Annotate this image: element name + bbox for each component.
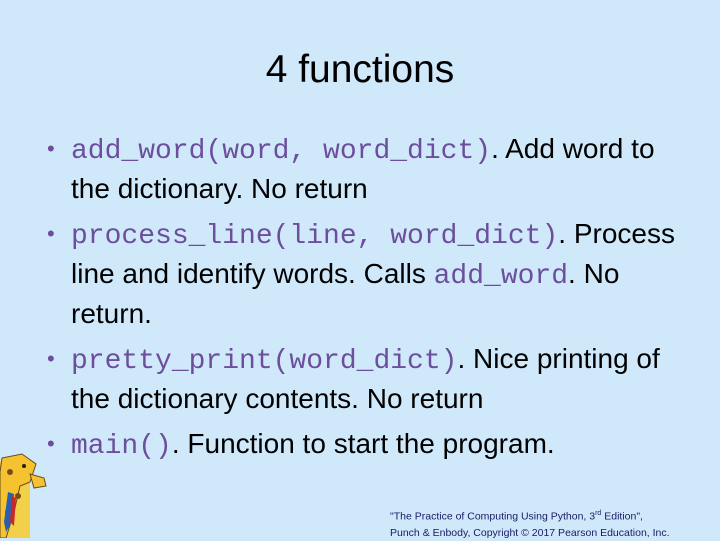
- slide: { "slide": { "title": "4 functions", "bu…: [0, 0, 720, 540]
- bullet-item: • add_word(word, word_dict). Add word to…: [47, 130, 687, 207]
- code-snippet: pretty_print(word_dict): [71, 346, 458, 377]
- code-snippet: add_word(word, word_dict): [71, 136, 492, 167]
- bullet-item: • process_line(line, word_dict). Process…: [47, 215, 687, 332]
- bullet-dot-icon: •: [47, 221, 55, 246]
- slide-title: 4 functions: [265, 48, 455, 91]
- bullet-text: . Function to start the program.: [171, 428, 555, 459]
- code-snippet: process_line(line, word_dict): [71, 221, 559, 252]
- bullet-list: • add_word(word, word_dict). Add word to…: [47, 130, 687, 473]
- footer-text: Edition",: [601, 510, 643, 523]
- bullet-dot-icon: •: [47, 346, 55, 371]
- copyright-footer: "The Practice of Computing Using Python,…: [390, 506, 715, 541]
- code-snippet: add_word: [433, 261, 569, 292]
- giraffe-mascot-icon: [0, 453, 47, 538]
- code-snippet: main(): [71, 431, 172, 462]
- bullet-item: • pretty_print(word_dict). Nice printing…: [47, 340, 687, 417]
- footer-text: "The Practice of Computing Using Python,…: [390, 510, 596, 523]
- footer-line-1: "The Practice of Computing Using Python,…: [390, 506, 715, 525]
- footer-line-2: Punch & Enbody, Copyright © 2017 Pearson…: [390, 526, 670, 539]
- bullet-dot-icon: •: [47, 136, 55, 161]
- bullet-item: • main(). Function to start the program.: [47, 425, 687, 465]
